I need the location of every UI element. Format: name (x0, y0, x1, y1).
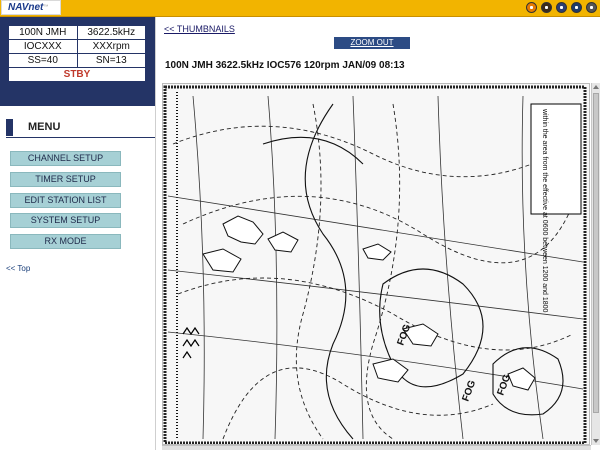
menu-divider (6, 137, 155, 138)
top-link[interactable]: << Top (6, 264, 30, 273)
timer-setup-button[interactable]: TIMER SETUP (10, 172, 121, 187)
rpm-value: XXXrpm (76, 39, 146, 54)
menu-title: MENU (28, 121, 61, 133)
pointer-icon[interactable] (541, 2, 552, 13)
signal-strength: SS=40 (8, 53, 78, 68)
settings-icon[interactable] (586, 2, 597, 13)
menu-header: MENU (0, 119, 155, 138)
standby-status: STBY (8, 67, 146, 82)
mail-icon[interactable] (571, 2, 582, 13)
rx-mode-button[interactable]: RX MODE (10, 234, 121, 249)
fax-side-note: within the area from the effective at 06… (541, 108, 548, 313)
station-code: 100N JMH (8, 25, 78, 40)
logo-text: NAVnet (8, 2, 44, 13)
system-setup-button[interactable]: SYSTEM SETUP (10, 213, 121, 228)
logo-mark: ™ (43, 4, 49, 10)
alert-icon[interactable] (526, 2, 537, 13)
edit-station-list-button[interactable]: EDIT STATION LIST (10, 193, 121, 208)
scroll-up-icon[interactable] (593, 85, 599, 89)
top-bar: NAVnet™ (0, 0, 600, 17)
frequency-value: 3622.5kHz (76, 25, 146, 40)
signal-noise: SN=13 (76, 53, 146, 68)
receiver-status-panel: 100N JMH 3622.5kHz IOCXXX XXXrpm SS=40 S… (0, 17, 155, 106)
main-content: << THUMBNAILS ZOOM OUT 100N JMH 3622.5kH… (156, 17, 600, 450)
menu-marker (6, 119, 13, 136)
zoom-out-button[interactable]: ZOOM OUT (334, 37, 410, 49)
weather-fax-image: FOG FOG FOG within the area from the eff… (162, 83, 590, 445)
horizontal-scrollbar[interactable] (162, 445, 591, 450)
scroll-down-icon[interactable] (593, 439, 599, 443)
folder-icon[interactable] (556, 2, 567, 13)
weather-chart-drawing: FOG FOG FOG within the area from the eff… (163, 84, 589, 444)
scrollbar-thumb[interactable] (593, 93, 599, 413)
channel-setup-button[interactable]: CHANNEL SETUP (10, 151, 121, 166)
vertical-scrollbar[interactable] (591, 83, 600, 445)
thumbnails-link[interactable]: << THUMBNAILS (164, 24, 235, 34)
sidebar: 100N JMH 3622.5kHz IOCXXX XXXrpm SS=40 S… (0, 17, 156, 450)
status-table: 100N JMH 3622.5kHz IOCXXX XXXrpm SS=40 S… (8, 25, 146, 82)
navnet-logo: NAVnet™ (1, 0, 61, 15)
ioc-value: IOCXXX (8, 39, 78, 54)
fax-image-title: 100N JMH 3622.5kHz IOC576 120rpm JAN/09 … (165, 60, 405, 71)
